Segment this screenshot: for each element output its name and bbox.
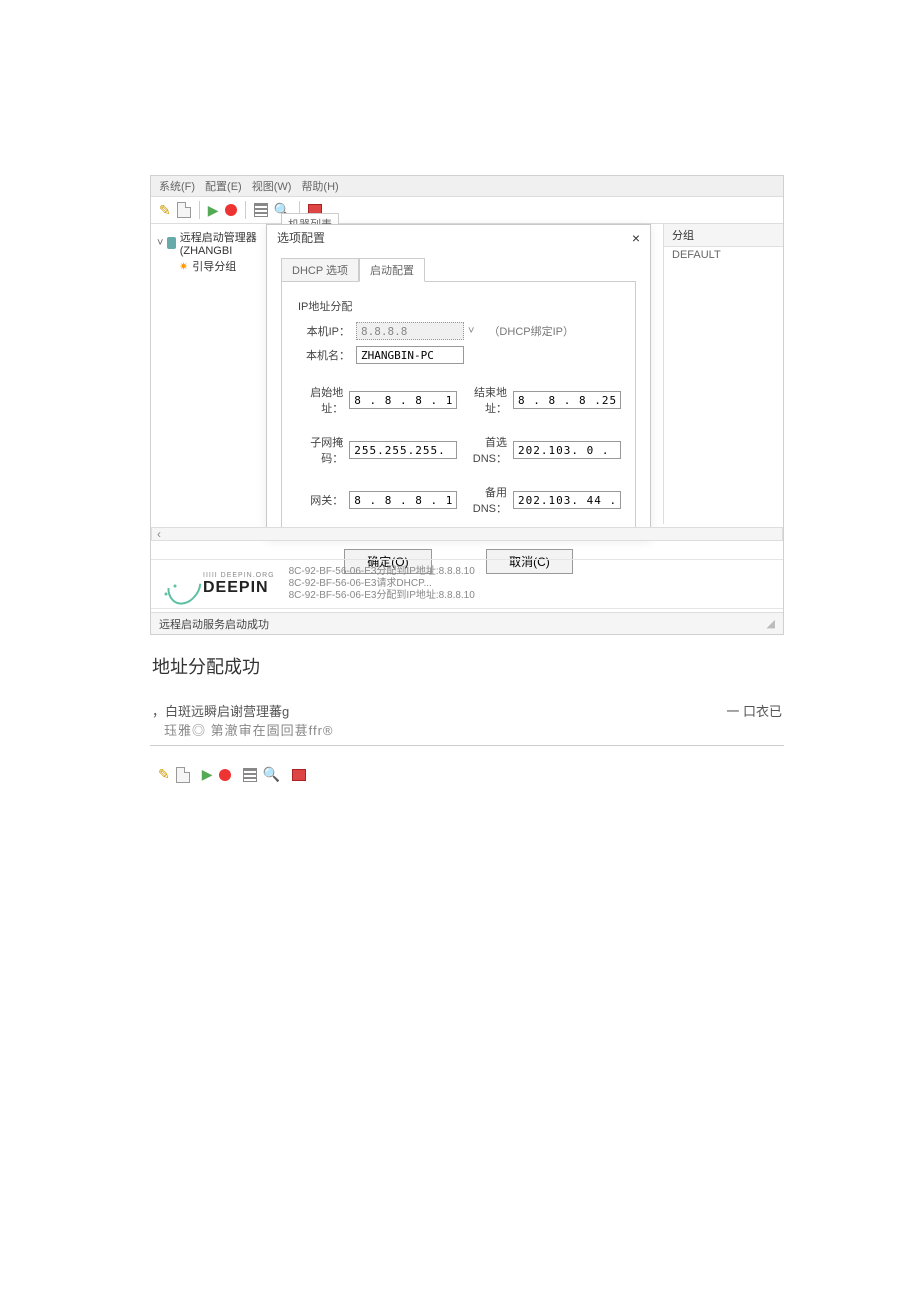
footer-area: IIIII DEEPIN.ORG DEEPIN 8C-92-BF-56-06-E… xyxy=(151,559,783,609)
dns2-field[interactable] xyxy=(513,491,621,509)
tree-child-boot-group[interactable]: ✷ 引导分组 xyxy=(157,258,269,274)
menubar: 系统(F) 配置(E) 视图(W) 帮助(H) xyxy=(151,176,783,197)
log-line: 8C-92-BF-56-06-E3分配到IP地址:8.8.8.10 xyxy=(289,590,475,602)
gear-icon: ✷ xyxy=(179,260,188,273)
gateway-label: 网关： xyxy=(296,492,343,508)
tree-pane: ˅ 远程启动管理器(ZHANGBI ✷ 引导分组 xyxy=(151,224,276,524)
mask-label: 子网掩码： xyxy=(296,434,343,466)
tab-boot-config[interactable]: 启动配置 xyxy=(359,258,425,282)
scroll-left-icon[interactable]: ‹ xyxy=(152,528,166,540)
menu-system[interactable]: 系统(F) xyxy=(159,178,195,194)
menu-config[interactable]: 配置(E) xyxy=(205,178,242,194)
computer-icon[interactable] xyxy=(292,769,306,781)
tree-root[interactable]: ˅ 远程启动管理器(ZHANGBI xyxy=(157,228,269,258)
chevron-down-icon[interactable]: ˅ xyxy=(157,237,163,249)
search-icon[interactable]: 🔍 xyxy=(263,766,280,783)
new-file-icon[interactable] xyxy=(177,202,191,218)
deepin-logo: IIIII DEEPIN.ORG DEEPIN xyxy=(161,568,275,600)
menu-view[interactable]: 视图(W) xyxy=(252,178,292,194)
app-window: 系统(F) 配置(E) 视图(W) 帮助(H) ✎ ▶ 🔍 机器列表 ˅ xyxy=(150,175,784,635)
dns1-field[interactable] xyxy=(513,441,621,459)
mask-field[interactable] xyxy=(349,441,457,459)
start-ip-label: 启始地址： xyxy=(296,384,343,416)
stop-icon[interactable] xyxy=(219,769,231,781)
deepin-big-text: DEEPIN xyxy=(203,579,275,597)
play-icon[interactable]: ▶ xyxy=(202,766,213,783)
list-icon[interactable] xyxy=(254,203,268,217)
tree-child-label: 引导分组 xyxy=(192,258,236,274)
options-dialog: 选项配置 × DHCP 选项 启动配置 IP地址分配 本机IP： ˅ xyxy=(266,224,651,539)
deepin-swirl-icon xyxy=(161,568,199,600)
pencil-icon[interactable]: ✎ xyxy=(159,202,171,219)
end-ip-label: 结束地址： xyxy=(463,384,507,416)
log-panel: 8C-92-BF-56-06-E3分配到IP地址:8.8.8.10 8C-92-… xyxy=(289,566,475,602)
resize-grip-icon[interactable]: ◢ xyxy=(767,617,775,630)
end-ip-field[interactable] xyxy=(513,391,621,409)
chevron-down-icon[interactable]: ˅ xyxy=(468,325,474,337)
separator xyxy=(245,201,246,219)
new-file-icon[interactable] xyxy=(176,767,190,783)
right-pane-header: 分组 xyxy=(664,224,783,247)
below-text-right: 一 口衣已 xyxy=(726,701,782,720)
log-line: 8C-92-BF-56-06-E3分配到IP地址:8.8.8.10 xyxy=(289,566,475,578)
tab-dhcp[interactable]: DHCP 选项 xyxy=(281,258,359,282)
right-pane: 分组 DEFAULT xyxy=(663,224,783,524)
dns2-label: 备用DNS： xyxy=(463,484,507,516)
server-icon xyxy=(167,237,175,249)
status-text: 远程启动服务启动成功 xyxy=(159,616,269,632)
section-ip-alloc: IP地址分配 xyxy=(298,298,621,314)
pencil-icon[interactable]: ✎ xyxy=(158,766,170,783)
dialog-tabs: DHCP 选项 启动配置 xyxy=(281,258,650,282)
caption: 地址分配成功 xyxy=(150,653,784,679)
tree-root-label: 远程启动管理器(ZHANGBI xyxy=(180,229,269,257)
dns1-label: 首选DNS： xyxy=(463,434,507,466)
statusbar: 远程启动服务启动成功 ◢ xyxy=(151,612,783,634)
tab-content: IP地址分配 本机IP： ˅ （DHCP绑定IP） 本机名： xyxy=(281,281,636,531)
list-icon[interactable] xyxy=(243,768,257,782)
gateway-field[interactable] xyxy=(349,491,457,509)
stop-icon[interactable] xyxy=(225,204,237,216)
log-line: 8C-92-BF-56-06-E3请求DHCP... xyxy=(289,578,475,590)
local-ip-label: 本机IP： xyxy=(296,323,350,339)
local-ip-hint: （DHCP绑定IP） xyxy=(488,323,574,339)
hostname-label: 本机名： xyxy=(296,347,350,363)
dialog-title: 选项配置 xyxy=(277,229,325,246)
play-icon[interactable]: ▶ xyxy=(208,202,219,219)
menu-help[interactable]: 帮助(H) xyxy=(301,178,338,194)
close-icon[interactable]: × xyxy=(632,230,640,246)
below-text-left: ，白斑远瞬启谢营理蕃g xyxy=(152,701,289,720)
start-ip-field[interactable] xyxy=(349,391,457,409)
deepin-small-text: IIIII DEEPIN.ORG xyxy=(203,572,275,579)
horizontal-scrollbar[interactable]: ‹ xyxy=(151,527,783,541)
local-ip-field[interactable] xyxy=(356,322,464,340)
toolbar-duplicate: ✎ ▶ 🔍 xyxy=(150,762,784,787)
separator xyxy=(199,201,200,219)
hostname-field[interactable] xyxy=(356,346,464,364)
toolbar: ✎ ▶ 🔍 xyxy=(151,197,783,224)
group-item-default[interactable]: DEFAULT xyxy=(664,247,783,263)
below-text-2: 珏雅◎ 第澈审在圄回葚ffr® xyxy=(150,720,784,746)
